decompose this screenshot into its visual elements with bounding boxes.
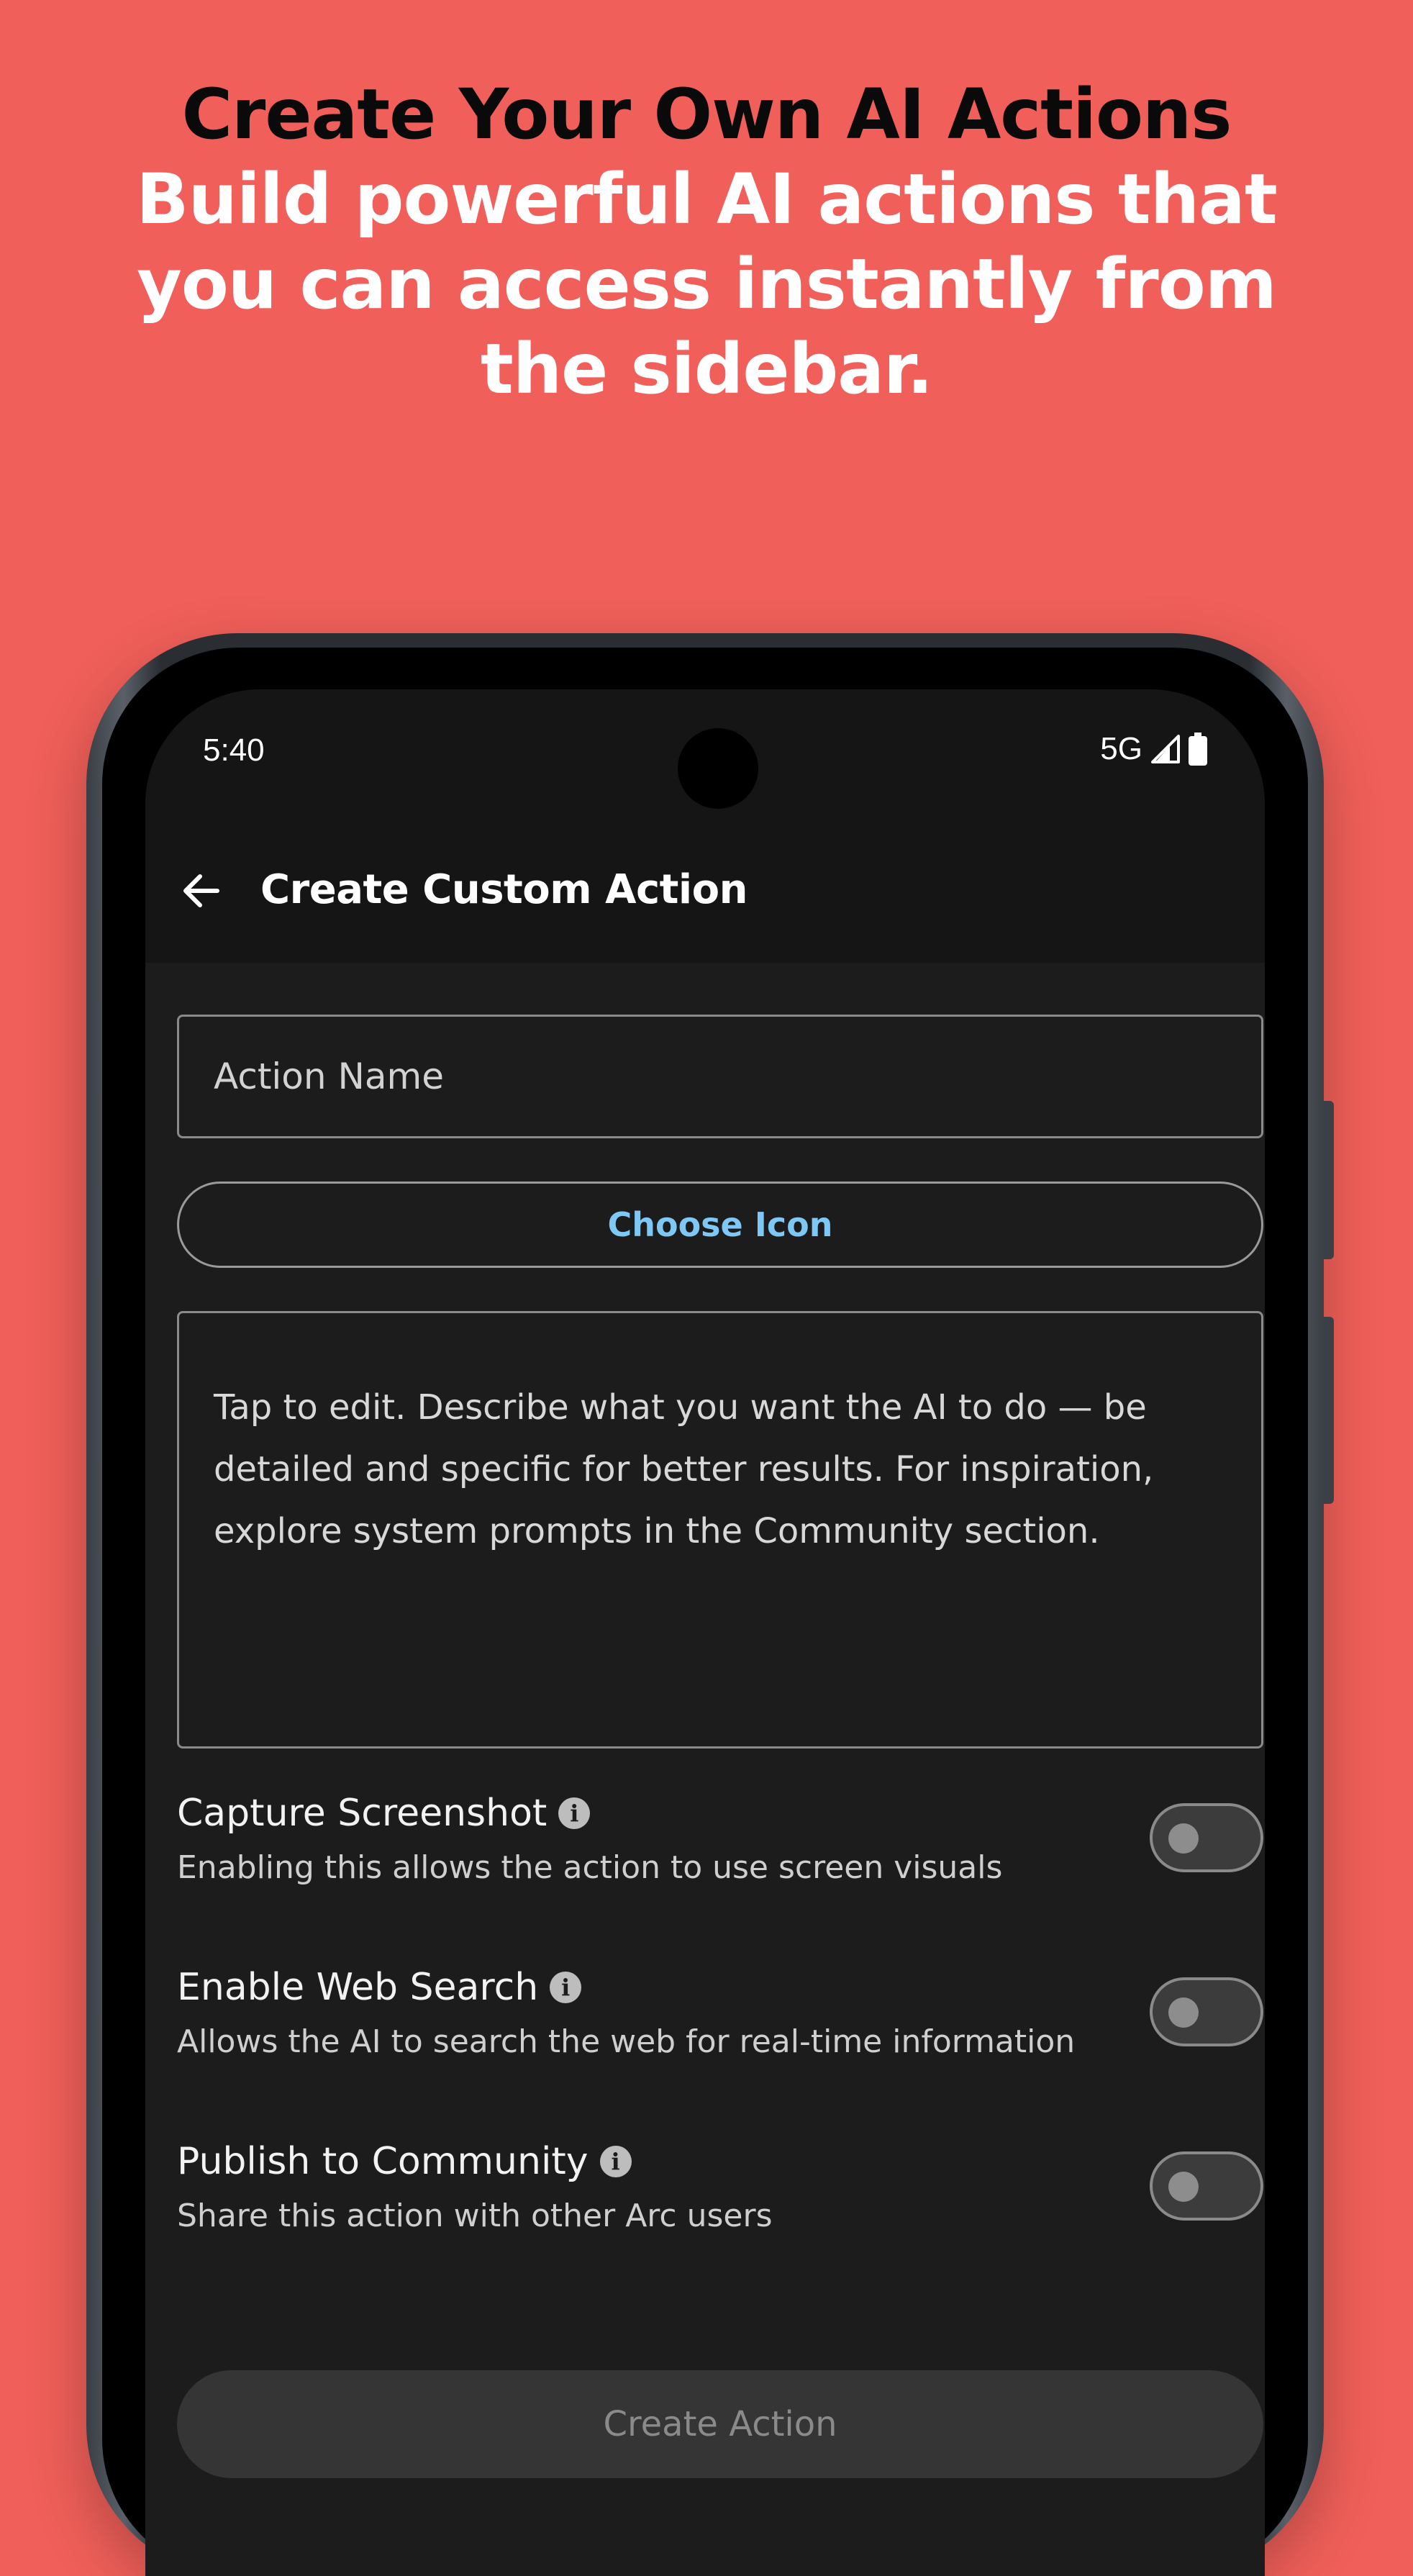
front-camera <box>678 728 758 809</box>
web-search-switch[interactable] <box>1150 1977 1263 2046</box>
switch-knob <box>1168 1997 1199 2028</box>
toggle-description: Allows the AI to search the web for real… <box>177 2023 1076 2060</box>
page-title: Create Custom Action <box>260 866 748 913</box>
app-bar: Create Custom Action <box>145 819 1265 963</box>
toggle-row-capture-screenshot: Capture Screenshot i Enabling this allow… <box>177 1792 1263 1907</box>
action-name-input[interactable]: Action Name <box>177 1015 1263 1138</box>
capture-screenshot-switch[interactable] <box>1150 1803 1263 1872</box>
switch-knob <box>1168 2172 1199 2202</box>
toggle-title-wrap: Publish to Community i <box>177 2140 632 2183</box>
action-name-placeholder: Action Name <box>214 1056 444 1097</box>
create-action-label: Create Action <box>603 2404 837 2444</box>
prompt-placeholder: Tap to edit. Describe what you want the … <box>214 1387 1154 1551</box>
switch-knob <box>1168 1823 1199 1854</box>
info-icon[interactable]: i <box>558 1797 591 1829</box>
toggle-description: Share this action with other Arc users <box>177 2198 773 2234</box>
create-action-button[interactable]: Create Action <box>177 2370 1263 2478</box>
status-icons: 5G <box>1100 731 1207 767</box>
network-label: 5G <box>1100 731 1142 766</box>
phone-bezel: 5:40 5G Create Custom Action Action Name… <box>102 648 1308 2576</box>
battery-icon <box>1189 733 1207 766</box>
phone-screen: 5:40 5G Create Custom Action Action Name… <box>145 689 1265 2576</box>
promo-headline: Create Your Own AI Actions Build powerfu… <box>0 72 1413 412</box>
toggle-title: Publish to Community <box>177 2140 589 2183</box>
choose-icon-label: Choose Icon <box>607 1205 833 1244</box>
signal-icon <box>1151 735 1180 763</box>
volume-button <box>1322 1101 1334 1259</box>
status-time: 5:40 <box>203 733 265 768</box>
publish-community-switch[interactable] <box>1150 2151 1263 2221</box>
toggle-row-publish-community: Publish to Community i Share this action… <box>177 2140 1263 2255</box>
arrow-back-icon[interactable] <box>178 868 224 914</box>
status-bar: 5:40 5G <box>145 689 1265 819</box>
toggle-title-wrap: Capture Screenshot i <box>177 1792 591 1835</box>
promo-title: Create Your Own AI Actions <box>181 74 1232 155</box>
info-icon[interactable]: i <box>599 2146 632 2177</box>
toggle-description: Enabling this allows the action to use s… <box>177 1849 1003 1886</box>
info-icon[interactable]: i <box>550 1972 582 2003</box>
toggle-title: Capture Screenshot <box>177 1792 548 1835</box>
toggle-title-wrap: Enable Web Search i <box>177 1966 582 2009</box>
power-button <box>1322 1317 1334 1504</box>
toggle-title: Enable Web Search <box>177 1966 539 2009</box>
promo-subtitle: Build powerful AI actions that you can a… <box>136 159 1277 409</box>
prompt-textarea[interactable]: Tap to edit. Describe what you want the … <box>177 1311 1263 1749</box>
toggle-row-web-search: Enable Web Search i Allows the AI to sea… <box>177 1966 1263 2081</box>
choose-icon-button[interactable]: Choose Icon <box>177 1182 1263 1268</box>
phone-frame: 5:40 5G Create Custom Action Action Name… <box>86 633 1334 2576</box>
